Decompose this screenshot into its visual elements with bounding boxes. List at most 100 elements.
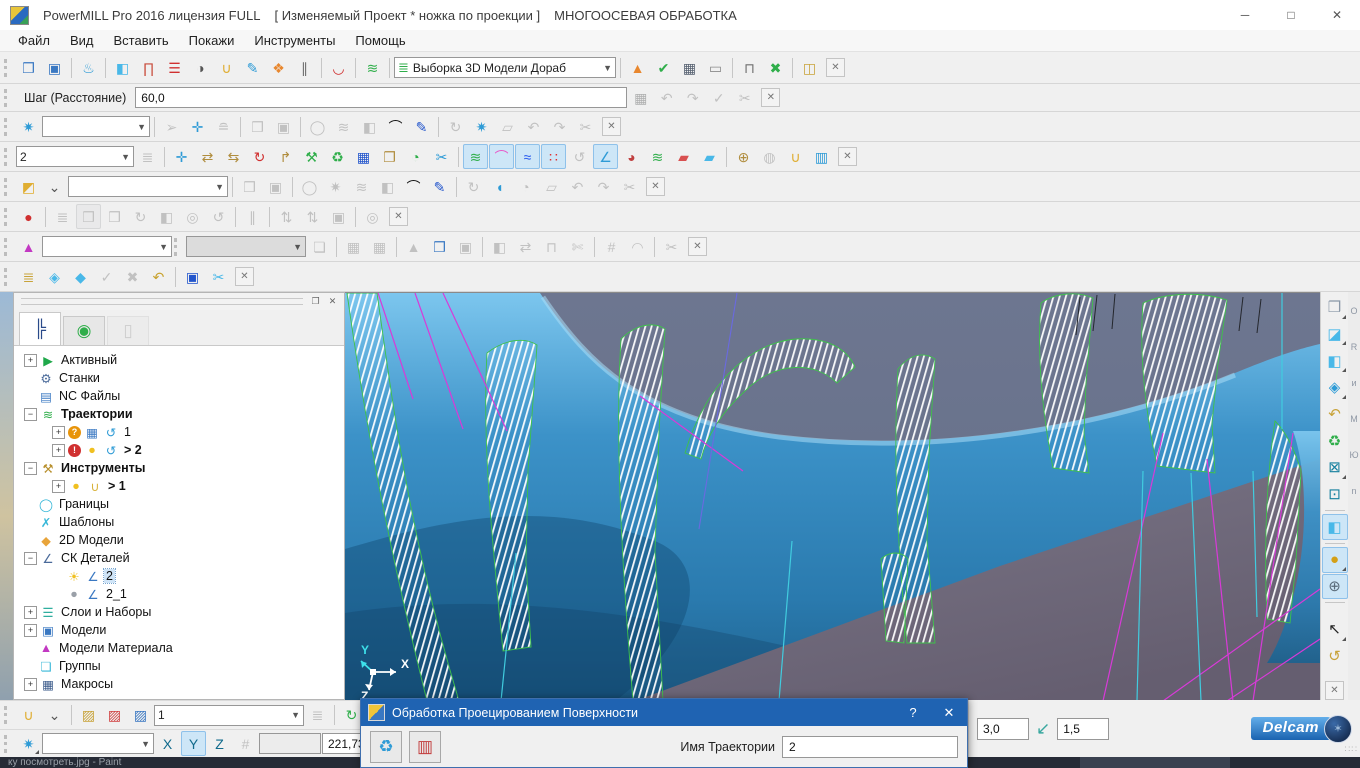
- tree-item-workplanes[interactable]: − ∠ СК Деталей: [14, 549, 344, 567]
- boundary-open-button[interactable]: ❒: [245, 114, 270, 139]
- pattern-transform-button[interactable]: ↻: [461, 174, 486, 199]
- pattern-arc-button[interactable]: ◖: [487, 174, 512, 199]
- stock-grip2[interactable]: [174, 237, 181, 256]
- collision-check-button[interactable]: ◫: [797, 55, 822, 80]
- simulate-grip[interactable]: [4, 207, 11, 226]
- workplane-icon[interactable]: ✷: [16, 731, 41, 756]
- boundary-spring-button[interactable]: ≋: [331, 114, 356, 139]
- tree-item-macros[interactable]: + ▦ Макросы: [14, 675, 344, 693]
- rapid-heights-button[interactable]: ∏: [136, 55, 161, 80]
- explorer-restore-button[interactable]: ❐: [307, 295, 324, 309]
- stepover-grip[interactable]: [4, 88, 11, 107]
- layers-stack-button[interactable]: ≣: [16, 264, 41, 289]
- toolpath-table-button[interactable]: ▦: [351, 144, 376, 169]
- active-tool-icon[interactable]: ∪: [16, 703, 41, 728]
- stock-close[interactable]: ✕: [688, 237, 707, 256]
- tree-item-workplane-2-1[interactable]: ● ∠ 2_1: [14, 585, 344, 603]
- toolpath-grip[interactable]: [4, 147, 11, 166]
- pattern-cut-button[interactable]: ✂: [617, 174, 642, 199]
- dialog-titlebar[interactable]: Обработка Проецированием Поверхности ? ✕: [361, 699, 967, 726]
- simulate-close[interactable]: ✕: [389, 207, 408, 226]
- tree-expander[interactable]: +: [24, 677, 37, 691]
- stock-calc1-button[interactable]: ▦: [341, 234, 366, 259]
- chevron-down-icon[interactable]: ▼: [121, 152, 130, 162]
- right-toolbar-close[interactable]: ✕: [1325, 681, 1344, 700]
- draw-links-button[interactable]: ≈: [515, 144, 540, 169]
- stock-combo[interactable]: ▼: [42, 236, 172, 257]
- menu-view[interactable]: Вид: [60, 30, 104, 52]
- workplane-row-grip[interactable]: [4, 734, 11, 753]
- surface-pattern-button[interactable]: ▥: [409, 730, 441, 763]
- layers-cancel-button[interactable]: ✖: [120, 264, 145, 289]
- boundary-cut-button[interactable]: ✂: [573, 114, 598, 139]
- pattern-star-button[interactable]: ✷: [323, 174, 348, 199]
- view-hidden-line-button[interactable]: ◪: [1322, 322, 1348, 348]
- tool-draw2-button[interactable]: ▨: [102, 703, 127, 728]
- stock-tool-button[interactable]: ⊓: [539, 234, 564, 259]
- pattern-blob-button[interactable]: ◯: [297, 174, 322, 199]
- boundary-erase-button[interactable]: ▱: [495, 114, 520, 139]
- view-x-button[interactable]: X: [155, 731, 180, 756]
- toolpath-recalc-button[interactable]: ✛: [169, 144, 194, 169]
- stock-pyramid-button[interactable]: ▲: [401, 234, 426, 259]
- save-project-button[interactable]: ▣: [42, 55, 67, 80]
- maximize-button[interactable]: □: [1268, 0, 1314, 30]
- layers-undo-button[interactable]: ↶: [146, 264, 171, 289]
- active-tool-chevron[interactable]: ⌄: [42, 703, 67, 728]
- open-project-button[interactable]: ❒: [16, 55, 41, 80]
- toolpath-name-input[interactable]: 2: [782, 735, 958, 758]
- holder-profile-button[interactable]: ◡: [326, 55, 351, 80]
- menu-insert[interactable]: Вставить: [104, 30, 179, 52]
- simulate-mode-button[interactable]: ❒: [76, 204, 101, 229]
- boundary-icon[interactable]: ✷: [16, 114, 41, 139]
- boundary-redo-button[interactable]: ↷: [547, 114, 572, 139]
- layers-save-button[interactable]: ▣: [180, 264, 205, 289]
- verify-toolpath-button[interactable]: ✔: [651, 55, 676, 80]
- tree-expander[interactable]: +: [24, 353, 37, 367]
- tree-item-patterns[interactable]: ✗ Шаблоны: [14, 513, 344, 531]
- stepover-undo-button[interactable]: ↶: [654, 85, 679, 110]
- pattern-icon[interactable]: ◩: [16, 174, 41, 199]
- simulation-button[interactable]: ▲: [625, 55, 650, 80]
- simulate-zero-button[interactable]: ◎: [360, 204, 385, 229]
- cursor-undo-button[interactable]: ↺: [1322, 644, 1348, 670]
- chevron-down-icon[interactable]: ▼: [291, 710, 300, 720]
- pattern-spring-button[interactable]: ≋: [349, 174, 374, 199]
- feeds-speeds-button[interactable]: ◑: [188, 55, 213, 80]
- chevron-down-icon[interactable]: ▼: [137, 122, 146, 132]
- draw-block-blue-button[interactable]: ▰: [697, 144, 722, 169]
- toolpath-tool-button[interactable]: ∪: [783, 144, 808, 169]
- simulate-swap1-button[interactable]: ⇅: [274, 204, 299, 229]
- pattern-open-button[interactable]: ❒: [237, 174, 262, 199]
- stepover-cut-button[interactable]: ✂: [732, 85, 757, 110]
- pattern-pencil-button[interactable]: ✎: [427, 174, 452, 199]
- tree-expander[interactable]: −: [24, 407, 37, 421]
- tree-item-toolpaths[interactable]: − ≋ Траектории: [14, 405, 344, 423]
- draw-segments-button[interactable]: ≋: [645, 144, 670, 169]
- tool-row-grip[interactable]: [4, 706, 11, 724]
- view-y-button[interactable]: Y: [181, 731, 206, 756]
- block-button[interactable]: ◧: [110, 55, 135, 80]
- stock-state-combo[interactable]: ▼: [186, 236, 306, 257]
- tree-item-levels-sets[interactable]: + ☰ Слои и Наборы: [14, 603, 344, 621]
- stock-open-button[interactable]: ❒: [427, 234, 452, 259]
- toolpath-stats-button[interactable]: ▥: [809, 144, 834, 169]
- wire-toggle-button[interactable]: ⊕: [1321, 573, 1348, 600]
- tree-item-toolpath-2[interactable]: +! ● ↺ > 2: [14, 441, 344, 459]
- boundary-undo-button[interactable]: ↶: [521, 114, 546, 139]
- zoom-extents-button[interactable]: ⊠: [1322, 455, 1348, 481]
- pattern-clock-button[interactable]: ◔: [513, 174, 538, 199]
- minimize-button[interactable]: ─: [1222, 0, 1268, 30]
- tree-expander[interactable]: −: [24, 551, 37, 565]
- boundary-box-button[interactable]: ◧: [357, 114, 382, 139]
- tool-name-combo[interactable]: 1 ▼: [154, 704, 304, 726]
- toolpath-reverse-button[interactable]: ⇆: [221, 144, 246, 169]
- main-toolbar-grip[interactable]: [4, 58, 11, 77]
- tab-explorer-tree[interactable]: ╠: [19, 312, 61, 345]
- explorer-drag-handle[interactable]: [21, 298, 303, 305]
- tool-button[interactable]: ∪: [214, 55, 239, 80]
- stock-stamp-button[interactable]: ❏: [307, 234, 332, 259]
- stock-dome-button[interactable]: ◠: [625, 234, 650, 259]
- simulate-save-button[interactable]: ▣: [326, 204, 351, 229]
- machine-axes-button[interactable]: ✖: [763, 55, 788, 80]
